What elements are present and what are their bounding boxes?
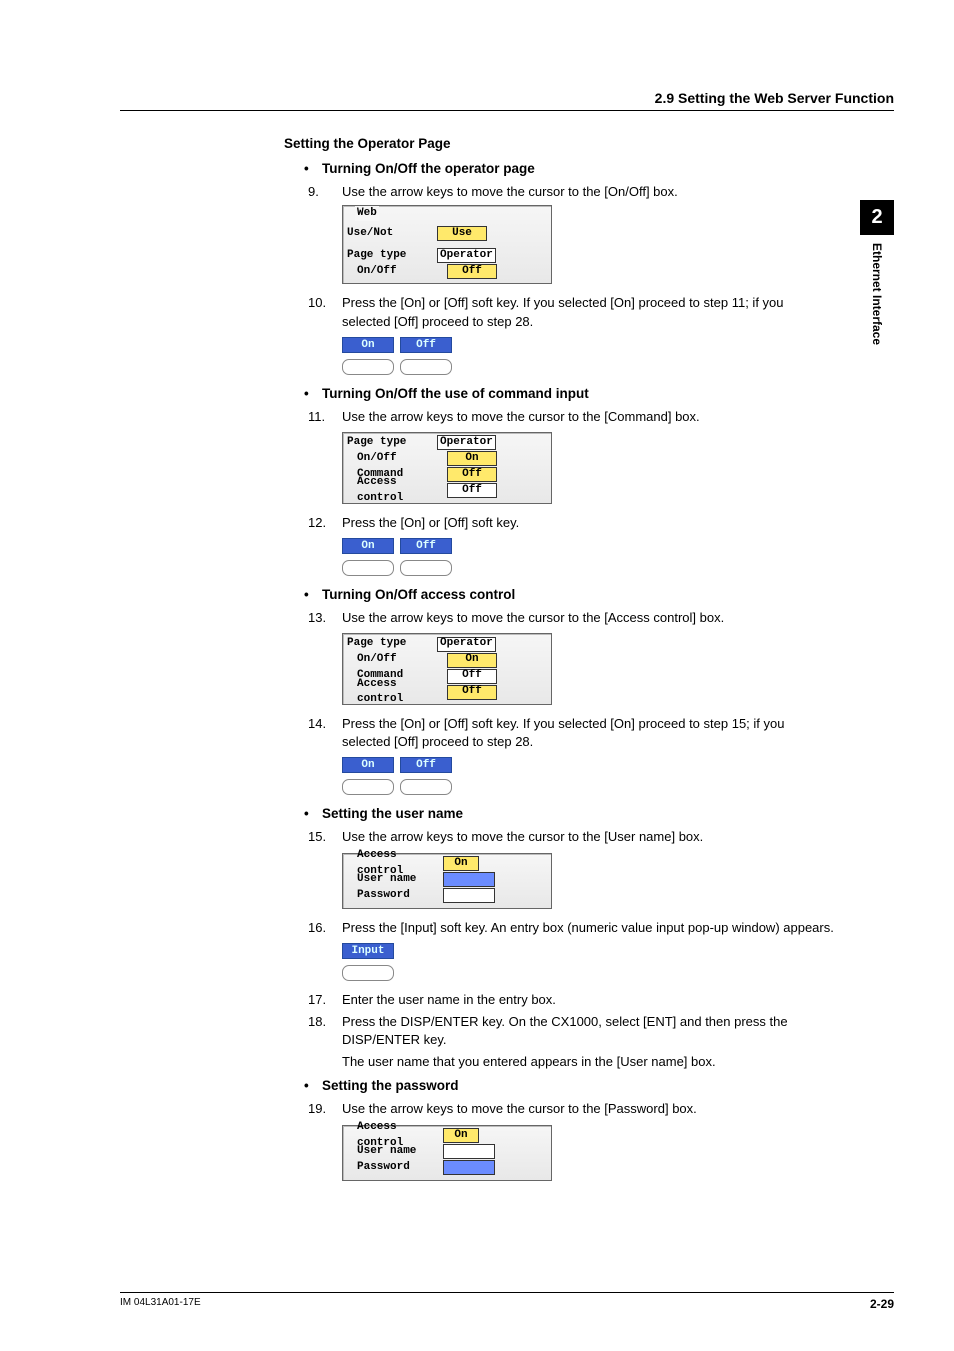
label-page-type: Page type <box>347 435 437 450</box>
label-access-control: Access control <box>347 475 437 506</box>
bullet-icon: • <box>304 805 322 824</box>
step-13: 13. Use the arrow keys to move the curso… <box>308 609 834 627</box>
footer: IM 04L31A01-17E 2-29 <box>120 1292 894 1311</box>
field-onoff[interactable]: On <box>447 451 497 466</box>
label-user-name: User name <box>347 1144 437 1159</box>
step-16: 16. Press the [Input] soft key. An entry… <box>308 919 834 937</box>
label-password: Password <box>347 888 437 903</box>
subheading-password: • Setting the password <box>304 1077 834 1096</box>
field-password[interactable] <box>443 888 495 903</box>
step-14: 14. Press the [On] or [Off] soft key. If… <box>308 715 834 751</box>
step-11: 11. Use the arrow keys to move the curso… <box>308 408 834 426</box>
ui-panel-web: Web Use/Not Use Page type Operator On/Of… <box>342 205 552 284</box>
softkeys-input: Input <box>342 943 394 981</box>
label-page-type: Page type <box>347 248 437 263</box>
subheading-access-control: • Turning On/Off access control <box>304 586 834 605</box>
softkeys-on-off-3: On Off <box>342 757 452 795</box>
subheading-user-name: • Setting the user name <box>304 805 834 824</box>
softkey-label-off: Off <box>400 757 452 773</box>
doc-id: IM 04L31A01-17E <box>120 1297 201 1311</box>
softkeys-on-off-1: On Off <box>342 337 452 375</box>
softkey-off[interactable] <box>400 359 452 375</box>
field-onoff[interactable]: Off <box>447 264 497 279</box>
bullet-icon: • <box>304 586 322 605</box>
softkey-label-on: On <box>342 538 394 554</box>
chapter-tab: 2 Ethernet Interface <box>860 200 894 345</box>
field-use-not[interactable]: Use <box>437 226 487 241</box>
field-page-type[interactable]: Operator <box>437 637 496 652</box>
chapter-title: Ethernet Interface <box>870 235 884 345</box>
ui-panel-user: Access control On User name Password <box>342 853 552 909</box>
content: Setting the Operator Page • Turning On/O… <box>290 135 834 1181</box>
step-15: 15. Use the arrow keys to move the curso… <box>308 828 834 846</box>
header-section: 2.9 Setting the Web Server Function <box>655 90 894 106</box>
page-heading: Setting the Operator Page <box>284 135 834 154</box>
softkey-off[interactable] <box>400 779 452 795</box>
step-9: 9. Use the arrow keys to move the cursor… <box>308 183 834 201</box>
softkey-label-input: Input <box>342 943 394 959</box>
softkeys-on-off-2: On Off <box>342 538 452 576</box>
field-command[interactable]: Off <box>447 669 497 684</box>
label-onoff: On/Off <box>347 652 437 667</box>
softkey-label-off: Off <box>400 337 452 353</box>
field-password[interactable] <box>443 1160 495 1175</box>
ui-panel-password: Access control On User name Password <box>342 1125 552 1181</box>
softkey-on[interactable] <box>342 359 394 375</box>
softkey-input[interactable] <box>342 965 394 981</box>
softkey-label-off: Off <box>400 538 452 554</box>
field-access-control[interactable]: On <box>443 856 479 871</box>
softkey-label-on: On <box>342 337 394 353</box>
label-onoff: On/Off <box>347 451 437 466</box>
step-19: 19. Use the arrow keys to move the curso… <box>308 1100 834 1118</box>
field-access-control[interactable]: Off <box>447 685 497 700</box>
softkey-on[interactable] <box>342 779 394 795</box>
chapter-number: 2 <box>860 200 894 235</box>
step-17: 17. Enter the user name in the entry box… <box>308 991 834 1009</box>
label-password: Password <box>347 1160 437 1175</box>
label-use-not: Use/Not <box>347 226 437 241</box>
ui-panel-command: Page type Operator On/Off On Command Off… <box>342 432 552 504</box>
field-onoff[interactable]: On <box>447 653 497 668</box>
step-12: 12. Press the [On] or [Off] soft key. <box>308 514 834 532</box>
field-access-control[interactable]: Off <box>447 483 497 498</box>
page-number: 2-29 <box>870 1297 894 1311</box>
subheading-command-input: • Turning On/Off the use of command inpu… <box>304 385 834 404</box>
panel-legend-web: Web <box>355 206 379 221</box>
label-user-name: User name <box>347 872 437 887</box>
step-18: 18. Press the DISP/ENTER key. On the CX1… <box>308 1013 834 1072</box>
softkey-off[interactable] <box>400 560 452 576</box>
field-access-control[interactable]: On <box>443 1128 479 1143</box>
field-page-type[interactable]: Operator <box>437 435 496 450</box>
label-page-type: Page type <box>347 636 437 651</box>
ui-panel-access: Page type Operator On/Off On Command Off… <box>342 633 552 705</box>
label-onoff: On/Off <box>347 264 437 279</box>
field-command[interactable]: Off <box>447 467 497 482</box>
running-header: 2.9 Setting the Web Server Function <box>120 90 894 111</box>
bullet-icon: • <box>304 160 322 179</box>
bullet-icon: • <box>304 1077 322 1096</box>
subheading-operator-onoff: • Turning On/Off the operator page <box>304 160 834 179</box>
label-access-control: Access control <box>347 677 437 708</box>
page: 2.9 Setting the Web Server Function 2 Et… <box>0 0 954 1351</box>
field-page-type[interactable]: Operator <box>437 248 496 263</box>
bullet-icon: • <box>304 385 322 404</box>
step-10: 10. Press the [On] or [Off] soft key. If… <box>308 294 834 330</box>
field-user-name[interactable] <box>443 872 495 887</box>
field-user-name[interactable] <box>443 1144 495 1159</box>
softkey-label-on: On <box>342 757 394 773</box>
softkey-on[interactable] <box>342 560 394 576</box>
